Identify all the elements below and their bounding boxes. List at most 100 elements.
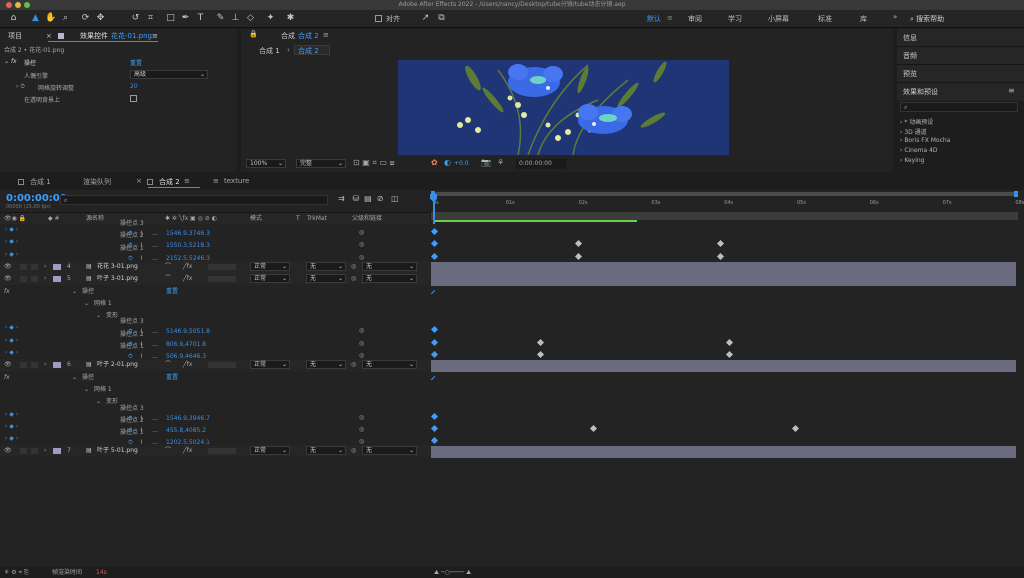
comp-tab-name[interactable]: 合成 2 (298, 31, 319, 41)
keyframe[interactable] (430, 437, 439, 445)
property-row[interactable]: ‹ ◆ › 操控点 3 ⏱ ⌇… 1546.9,3946.7 ◎ (0, 405, 430, 422)
timeline-track[interactable] (430, 250, 1016, 262)
keyframe[interactable] (430, 227, 439, 236)
snap-icon[interactable]: ↗ (420, 13, 431, 24)
fx-switch-icon[interactable]: ╱fx (183, 261, 192, 273)
tab-render-queue[interactable]: 渲染队列 (83, 177, 111, 187)
exposure-value[interactable]: +0.0 (454, 160, 469, 167)
lock-switch[interactable] (31, 448, 38, 455)
tab-comp1[interactable]: 合成 1 (30, 177, 51, 187)
reset-link[interactable]: 重置 (130, 58, 142, 67)
type-tool-icon[interactable]: T (195, 13, 206, 24)
info-panel[interactable]: 信息 (897, 29, 1024, 47)
keyframe-nav-icon[interactable]: ‹ ◆ › (5, 249, 18, 261)
keyframe-nav-icon[interactable]: ‹ ◆ › (5, 224, 18, 236)
clone-tool-icon[interactable]: ⊥ (230, 13, 241, 24)
effects-item[interactable]: › 3D 通道 (900, 127, 927, 136)
workspace-tab-default[interactable]: 默认 (647, 14, 661, 24)
lock-switch[interactable] (31, 362, 38, 369)
tab-menu-icon[interactable]: ≡ (184, 177, 190, 185)
property-row[interactable]: ‹ ◆ › 操控点 2 ⏱ ⌇… 806.9,4701.8 ◎ (0, 331, 430, 348)
property-row[interactable]: ‹ ◆ › 操控点 2 ⏱ ⌇… 455.8,4085.2 ◎ (0, 417, 430, 434)
expand-arrow-icon[interactable]: › (44, 359, 46, 371)
keyframe-nav-icon[interactable]: ‹ ◆ › (5, 421, 18, 433)
keyframe[interactable] (430, 412, 439, 420)
keyframe[interactable] (791, 424, 800, 432)
effects-search-input[interactable]: ⌕ (900, 102, 1018, 112)
orbit-tool-icon[interactable]: ⟳ (80, 13, 91, 24)
timeline-track[interactable] (431, 385, 1016, 397)
keyframe[interactable] (574, 240, 583, 248)
expand-arrow-icon[interactable]: ⌄ (96, 310, 101, 322)
pickwhip-icon[interactable]: ◎ (351, 273, 356, 285)
blend-mode-select[interactable]: 正常 ⌄ (250, 261, 290, 271)
color-picker-icon[interactable]: ✿ (431, 158, 438, 167)
solo-switch[interactable] (20, 276, 27, 283)
timeline-track[interactable] (430, 323, 1016, 335)
property-row[interactable]: ‹ ◆ › 操控点 2 ⏱ ⌇… 1550.3,5218.3 ◎ (0, 232, 430, 249)
eraser-tool-icon[interactable]: ◇ (245, 13, 256, 24)
timeline-track[interactable] (431, 311, 1016, 323)
keyframe[interactable] (574, 252, 583, 260)
timeline-track[interactable] (431, 446, 1016, 459)
pickwhip-icon[interactable]: ◎ (351, 359, 356, 371)
layer-name[interactable]: 叶子 2-01.png (97, 359, 138, 371)
expand-arrow-icon[interactable]: › (44, 445, 46, 457)
property-row[interactable]: ⌄ 变形 (0, 396, 430, 408)
trkmat-select[interactable]: 无 ⌄ (306, 360, 346, 370)
keyframe[interactable] (536, 338, 545, 346)
view-options-icon[interactable]: ⊡ ▣ ⌗ ▭ ⧈ (353, 158, 395, 168)
roto-tool-icon[interactable]: ✦ (265, 13, 276, 24)
preview-panel[interactable]: 预览 (897, 65, 1024, 83)
reset-link[interactable]: 重置 (166, 372, 178, 384)
property-row[interactable]: ⌄ 变形 (0, 310, 430, 322)
search-help[interactable]: ⌕ 搜索帮助 (910, 13, 1020, 25)
fx-switch-icon[interactable]: ╱fx (183, 359, 192, 371)
trkmat-select[interactable]: 无 ⌄ (306, 261, 346, 271)
timeline-track[interactable] (431, 299, 1016, 311)
shy-switch-icon[interactable]: ⌒ (165, 261, 171, 273)
align-checkbox[interactable] (375, 15, 382, 22)
exposure-icon[interactable]: ◐ (444, 158, 451, 167)
anchor-tool-icon[interactable]: ⌗ (145, 13, 156, 24)
trkmat-select[interactable]: 无 ⌄ (306, 274, 346, 284)
effects-presets-panel[interactable]: 效果和预设 (897, 83, 1024, 101)
mesh-rotation-value[interactable]: 20 (130, 83, 138, 90)
keyframe[interactable] (430, 252, 439, 260)
switch-boxes[interactable] (208, 263, 236, 270)
hand-tool-icon[interactable]: ✋ (45, 13, 56, 24)
tab-texture[interactable]: texture (224, 177, 249, 185)
layer-row[interactable]: 👁 › 4 ▤ 花花 3-01.png ⌒ ╱fx 正常 ⌄ 无 ⌄ ◎ 无 ⌄ (0, 260, 430, 273)
expand-arrow-icon[interactable]: ⌄ (72, 286, 77, 298)
timeline-track[interactable] (430, 434, 1016, 446)
switch-boxes[interactable] (208, 448, 236, 455)
reset-link[interactable]: 重置 (166, 286, 178, 298)
timeline-track[interactable] (430, 237, 1016, 249)
fx-switch-icon[interactable]: ╱fx (183, 445, 192, 457)
comp-canvas[interactable] (398, 60, 729, 155)
more-workspaces-icon[interactable]: » (893, 13, 897, 21)
parent-select[interactable]: 无 ⌄ (362, 261, 417, 271)
timeline-track[interactable] (430, 348, 1016, 360)
lock-switch[interactable] (31, 263, 38, 270)
shy-switch-icon[interactable]: ⌒ (165, 359, 171, 371)
timeline-track[interactable] (430, 225, 1016, 237)
solo-switch[interactable] (20, 362, 27, 369)
keyframe-nav-icon[interactable]: ‹ ◆ › (5, 335, 18, 347)
keyframe-nav-icon[interactable]: ‹ ◆ › (5, 433, 18, 445)
blend-mode-select[interactable]: 正常 ⌄ (250, 360, 290, 370)
parent-select[interactable]: 无 ⌄ (362, 274, 417, 284)
parent-select[interactable]: 无 ⌄ (362, 360, 417, 370)
timeline-timecode[interactable]: 0:00:00:00 (6, 193, 67, 204)
brush-tool-icon[interactable]: ✎ (215, 13, 226, 24)
quality-select[interactable]: 完整 ⌄ (296, 159, 346, 168)
timeline-track[interactable] (431, 360, 1016, 373)
label-color-swatch[interactable] (53, 276, 61, 283)
timeline-track[interactable] (430, 410, 1016, 422)
footer-switch-icons[interactable]: ⚘ ⚙ ⌖ ⎘ (4, 567, 29, 578)
timeline-track[interactable] (431, 274, 1016, 287)
effects-item[interactable]: › Cinema 4D (900, 147, 938, 154)
workspace-tab-learn[interactable]: 学习 (728, 14, 742, 24)
layer-name[interactable]: 花花 3-01.png (97, 261, 138, 273)
keyframe-nav-icon[interactable]: ‹ ◆ › (5, 347, 18, 359)
